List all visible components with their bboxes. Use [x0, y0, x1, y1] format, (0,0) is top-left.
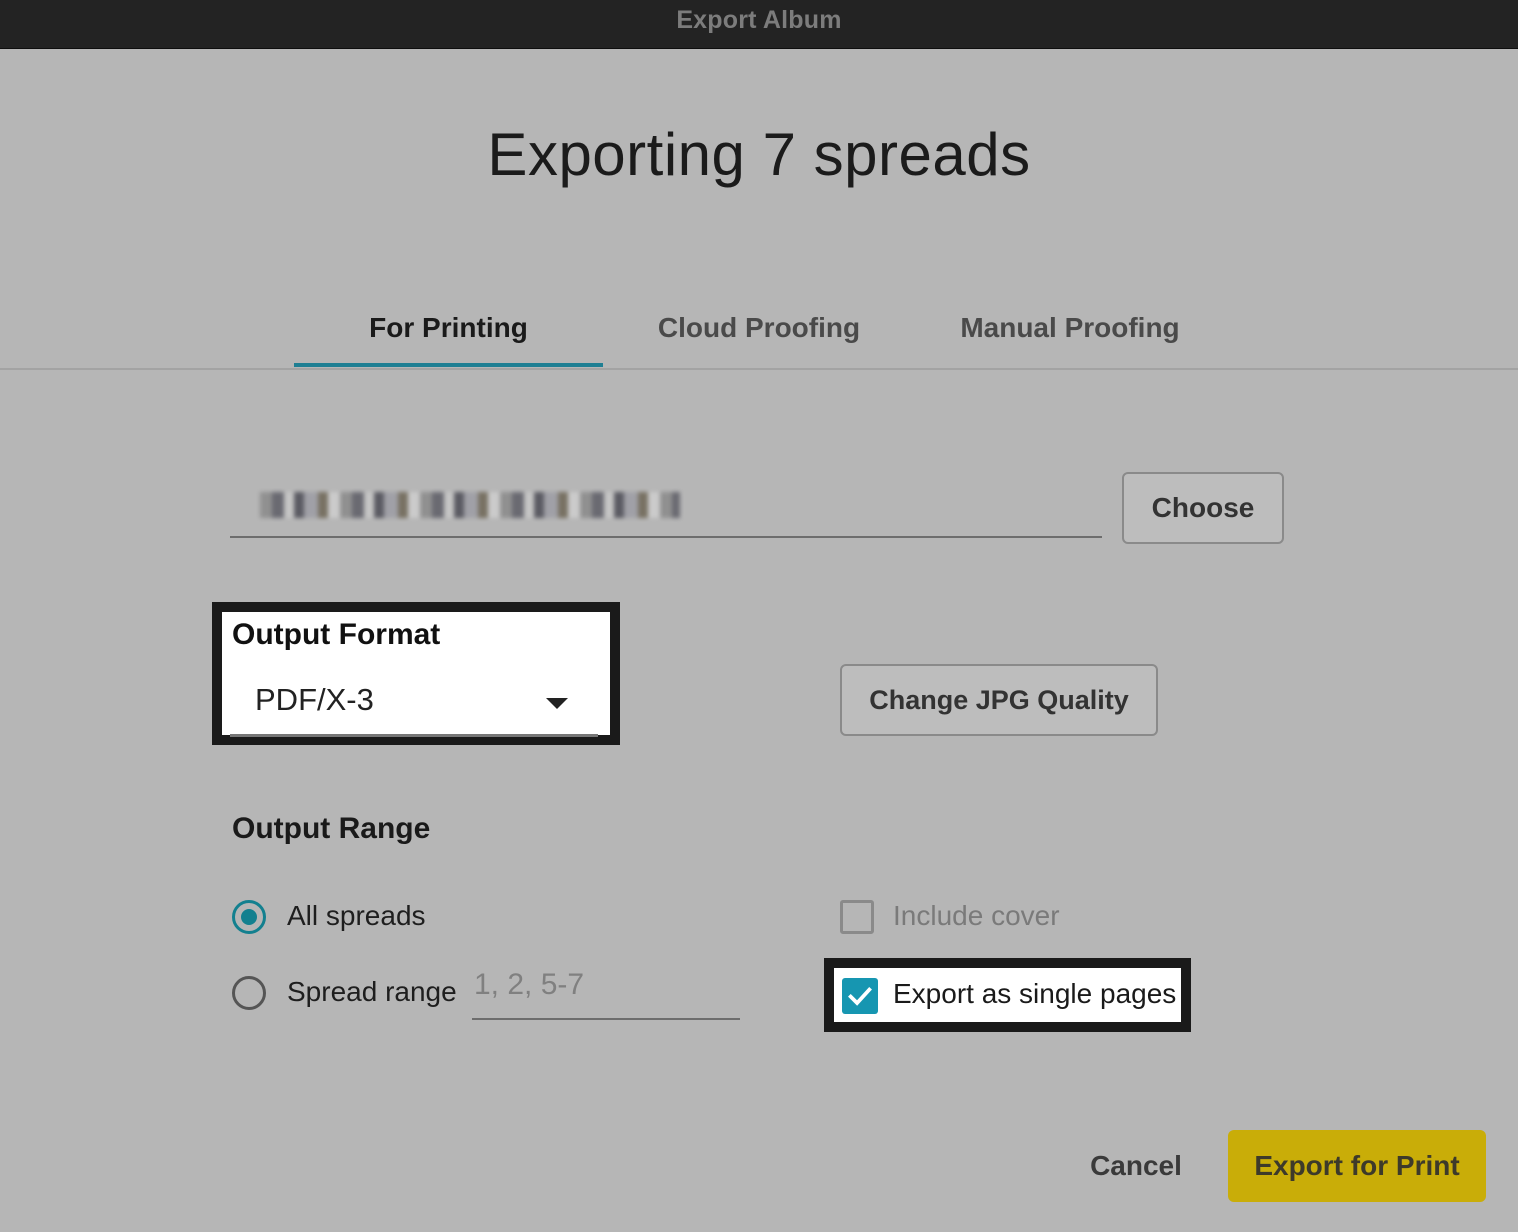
page-title: Exporting 7 spreads	[487, 121, 1031, 188]
spread-range-placeholder: 1, 2, 5-7	[474, 968, 585, 1001]
export-single-pages-label[interactable]: Export as single pages	[893, 978, 1176, 1010]
cancel-button[interactable]: Cancel	[1078, 1140, 1194, 1192]
spread-range-input[interactable]: 1, 2, 5-7	[472, 960, 740, 1020]
all-spreads-label[interactable]: All spreads	[287, 900, 426, 932]
tab-for-printing[interactable]: For Printing	[294, 290, 603, 366]
output-format-section: Output Format PDF/X-3	[212, 602, 620, 745]
include-cover-label[interactable]: Include cover	[893, 900, 1060, 932]
output-range-title: Output Range	[232, 812, 431, 845]
choose-button[interactable]: Choose	[1122, 472, 1284, 544]
export-for-print-button[interactable]: Export for Print	[1228, 1130, 1486, 1202]
output-format-label: Output Format	[232, 618, 441, 651]
single-pages-section: Export as single pages	[824, 958, 1191, 1032]
include-cover-checkbox[interactable]	[840, 900, 874, 934]
checkmark-icon	[848, 986, 872, 1006]
output-format-value: PDF/X-3	[255, 682, 374, 717]
window-titlebar: Export Album	[0, 0, 1518, 49]
tabs-divider	[0, 368, 1518, 370]
export-tabs: For Printing Cloud Proofing Manual Proof…	[0, 290, 1518, 370]
active-tab-indicator	[294, 363, 603, 367]
redacted-path-text	[260, 492, 680, 518]
tab-manual-proofing[interactable]: Manual Proofing	[914, 290, 1226, 366]
all-spreads-radio[interactable]	[232, 900, 266, 934]
export-single-pages-checkbox[interactable]	[842, 978, 878, 1014]
spread-range-label[interactable]: Spread range	[287, 976, 457, 1008]
caret-down-icon	[546, 698, 568, 709]
output-format-select[interactable]: PDF/X-3	[230, 672, 598, 737]
destination-path-field[interactable]	[230, 470, 1102, 538]
change-jpg-quality-button[interactable]: Change JPG Quality	[840, 664, 1158, 736]
spread-range-radio[interactable]	[232, 976, 266, 1010]
window-title: Export Album	[676, 5, 842, 34]
tab-cloud-proofing[interactable]: Cloud Proofing	[604, 290, 914, 366]
